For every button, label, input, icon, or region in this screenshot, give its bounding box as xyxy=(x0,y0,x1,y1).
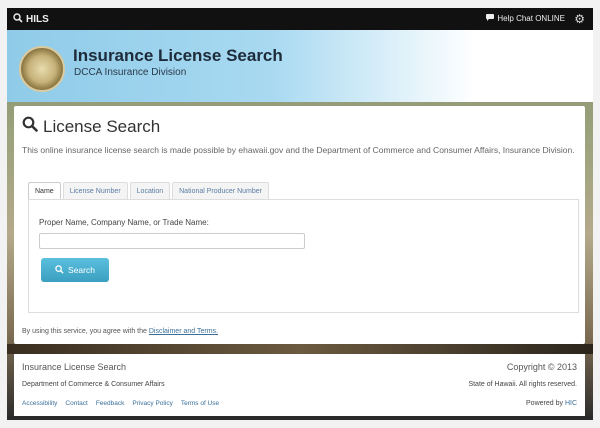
site-subtitle: DCCA Insurance Division xyxy=(74,67,187,78)
search-button-label: Search xyxy=(68,265,95,275)
name-field-label: Proper Name, Company Name, or Trade Name… xyxy=(39,218,209,227)
footer-department: Department of Commerce & Consumer Affair… xyxy=(22,381,165,388)
footer-link-feedback[interactable]: Feedback xyxy=(96,400,125,407)
gear-icon[interactable]: ⚙ xyxy=(574,12,585,26)
app-frame: HILS Help Chat ONLINE ⚙ Insurance Licens… xyxy=(7,8,593,420)
search-panel: License Search This online insurance lic… xyxy=(14,106,585,344)
terms-prefix: By using this service, you agree with th… xyxy=(22,328,147,335)
brand-link[interactable]: HILS xyxy=(13,13,49,26)
bottom-strip xyxy=(7,416,593,420)
search-icon xyxy=(22,116,38,137)
page-title-text: License Search xyxy=(43,116,161,136)
footer-link-privacy-policy[interactable]: Privacy Policy xyxy=(132,400,172,407)
page-title: License Search xyxy=(22,116,160,137)
site-title: Insurance License Search xyxy=(73,46,283,65)
tab-name[interactable]: Name xyxy=(28,182,61,200)
help-chat-link[interactable]: Help Chat ONLINE xyxy=(486,14,565,23)
background-strip xyxy=(7,344,593,354)
rights-text: State of Hawaii. All rights reserved. xyxy=(468,381,577,388)
copyright: Copyright © 2013 xyxy=(506,362,577,372)
header-banner: Insurance License Search DCCA Insurance … xyxy=(7,30,593,102)
footer: Insurance License Search Department of C… xyxy=(14,354,585,416)
brand-label: HILS xyxy=(26,14,49,25)
state-seal-logo xyxy=(19,46,65,92)
footer-link-terms-of-use[interactable]: Terms of Use xyxy=(181,400,219,407)
powered-by-prefix: Powered by xyxy=(526,400,563,407)
footer-link-contact[interactable]: Contact xyxy=(65,400,87,407)
search-icon xyxy=(55,264,64,276)
top-navbar: HILS Help Chat ONLINE ⚙ xyxy=(7,8,593,30)
footer-title: Insurance License Search xyxy=(22,362,127,372)
footer-link-accessibility[interactable]: Accessibility xyxy=(22,400,57,407)
tab-content: Proper Name, Company Name, or Trade Name… xyxy=(28,199,579,313)
search-button[interactable]: Search xyxy=(41,258,109,282)
search-tabs: Name License Number Location National Pr… xyxy=(28,182,271,200)
name-input[interactable] xyxy=(39,233,305,249)
tab-license-number[interactable]: License Number xyxy=(62,182,128,200)
powered-by-link[interactable]: HIC xyxy=(565,400,577,407)
intro-text: This online insurance license search is … xyxy=(22,145,575,155)
terms-link[interactable]: Disclaimer and Terms. xyxy=(149,328,218,335)
search-icon xyxy=(13,13,23,26)
powered-by: Powered by HIC xyxy=(526,400,577,407)
footer-links: Accessibility Contact Feedback Privacy P… xyxy=(22,400,219,407)
terms-notice: By using this service, you agree with th… xyxy=(22,328,218,335)
tab-location[interactable]: Location xyxy=(129,182,171,200)
chat-icon xyxy=(486,14,495,23)
tab-national-producer-number[interactable]: National Producer Number xyxy=(172,182,269,200)
help-chat-label: Help Chat ONLINE xyxy=(497,14,565,23)
